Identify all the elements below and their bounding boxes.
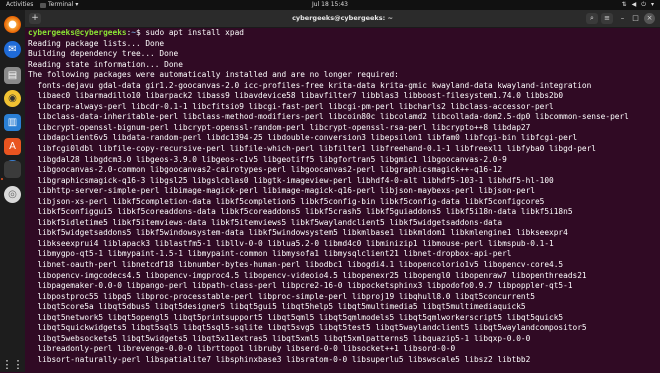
close-icon: × [646, 14, 653, 22]
running-indicator [1, 178, 3, 180]
output-line: libqt5quickwidgets5 libqt5sql5 libqt5sql… [28, 323, 587, 333]
output-line: Building dependency tree... Done [28, 49, 179, 59]
output-line: libdapclient6v5 libdata-random-perl libd… [28, 133, 578, 143]
prompt-symbol: $ [135, 28, 146, 37]
search-icon: ⌕ [590, 14, 594, 22]
header-bar: + cybergeeks@cybergeeks: ~ ⌕ ≡ – □ × [25, 10, 660, 28]
output-line: libreadonly-perl librevenge-0.0-0 librtt… [28, 344, 456, 354]
minimize-button[interactable]: – [617, 13, 628, 24]
grid-icon[interactable]: ⋮⋮ [2, 356, 24, 373]
app-center-icon[interactable]: A [4, 138, 21, 155]
output-line: libkf5configgui5 libkf5coreaddons-data l… [28, 207, 573, 217]
output-line: libnet-oauth-perl libnetcdf18 libnumber-… [28, 260, 564, 270]
rhythmbox-icon[interactable]: ◉ [4, 90, 21, 107]
prompt-line: cybergeeks@cybergeeks:~$ sudo apt instal… [28, 28, 660, 39]
writer-icon[interactable]: ▥ [4, 114, 21, 131]
system-tray[interactable]: ⇅ ◀ ⏻ ▾ [622, 0, 654, 10]
output-line: libclass-data-inheritable-perl libclass-… [28, 112, 629, 122]
output-line: libqt5core5a libqt5dbus5 libqt5designer5… [28, 302, 526, 312]
command-text: sudo apt install xpad [145, 28, 244, 37]
minimize-icon: – [620, 14, 625, 22]
output-line: libaec0 libarmadillo10 libarpack2 libass… [28, 91, 564, 101]
clock[interactable]: Jul 18 15:43 [0, 0, 660, 10]
output-line: libpagemaker-0.0-0 libpango-perl libpath… [28, 281, 573, 291]
window-title: cybergeeks@cybergeeks: ~ [292, 14, 393, 22]
prompt-user: cybergeeks@cybergeeks [28, 28, 127, 37]
top-bar: Activities Terminal ▾ Jul 18 15:43 ⇅ ◀ ⏻… [0, 0, 660, 10]
dock: ● ✉ ▤ ◉ ▥ A ? ◎ ⋮⋮ [0, 10, 25, 372]
output-line: libjson-xs-perl libkf5completion-data li… [28, 196, 545, 206]
output-line: libgoocanvas-2.0-common libgoocanvas2-ca… [28, 165, 503, 175]
search-button[interactable]: ⌕ [586, 13, 598, 24]
output-line: libqt5network5 libqt5opengl5 libqt5print… [28, 312, 564, 322]
maximize-icon: □ [632, 14, 639, 22]
output-line: Reading package lists... Done [28, 38, 165, 48]
output-line: libkf5widgetsaddons5 libkf5windowsystem-… [28, 228, 568, 238]
menu-button[interactable]: ≡ [601, 13, 613, 24]
output-line: libgdal28 libgdcm3.0 libgeos-3.9.0 libge… [28, 154, 507, 164]
output-line: libhttp-server-simple-perl libimage-magi… [28, 186, 535, 196]
output-line: libsort-naturally-perl libspatialite7 li… [28, 354, 531, 364]
chevron-down-icon: ▾ [650, 1, 654, 8]
output-line: libqt5websockets5 libqt5widgets5 libqt5x… [28, 333, 531, 343]
files-icon[interactable]: ▤ [4, 67, 21, 84]
output-line: libpostproc55 libpq5 libproc-processtabl… [28, 291, 535, 301]
output-line: libopencv-imgcodecs4.5 libopencv-imgproc… [28, 270, 587, 280]
terminal-window: + cybergeeks@cybergeeks: ~ ⌕ ≡ – □ × cyb… [25, 10, 660, 372]
output-line: The following packages were automaticall… [28, 70, 399, 80]
output-line: fonts-dejavu gdal-data gir1.2-goocanvas-… [28, 80, 592, 90]
output-line: libfcgi0ldbl libfile-copy-recursive-perl… [28, 144, 596, 154]
output-line: libcrypt-openssl-bignum-perl libcrypt-op… [28, 122, 531, 132]
close-button[interactable]: × [644, 13, 655, 24]
terminal-output[interactable]: cybergeeks@cybergeeks:~$ sudo apt instal… [25, 28, 660, 372]
output-line: Reading state information... Done [28, 59, 183, 69]
disc-icon[interactable]: ◎ [4, 186, 21, 203]
maximize-button[interactable]: □ [630, 13, 641, 24]
output-line: libkseexprui4 liblapack3 liblastfm5-1 li… [28, 238, 554, 248]
output-line: libkf5idletime5 libkf5itemviews-data lib… [28, 217, 503, 227]
output-line: libgraphicsmagick-q16-3 libgsl25 libgslc… [28, 175, 554, 185]
terminal-icon[interactable] [4, 161, 21, 178]
firefox-icon[interactable]: ● [4, 16, 21, 33]
thunderbird-icon[interactable]: ✉ [4, 41, 21, 58]
volume-icon: ◀ [631, 1, 637, 8]
network-icon: ⇅ [621, 1, 627, 8]
power-icon: ⏻ [641, 1, 646, 8]
output-line: libmygpo-qt5-1 libmypaint-1.5-1 libmypai… [28, 249, 512, 259]
hamburger-icon: ≡ [604, 14, 610, 22]
output-line: libcarp-always-perl libcdr-0.1-1 libcfit… [28, 101, 554, 111]
